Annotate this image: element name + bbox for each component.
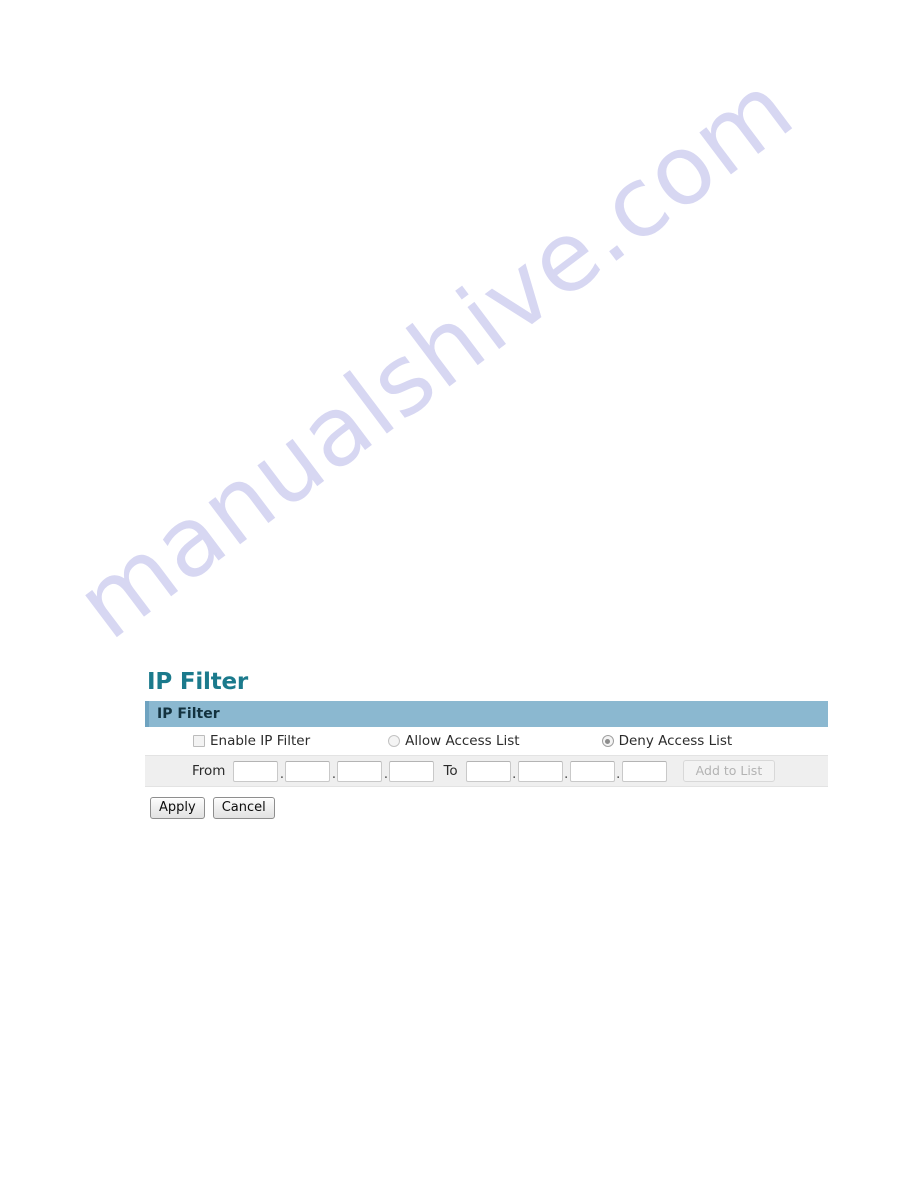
- from-octet-3[interactable]: [337, 760, 383, 782]
- deny-access-list-radio[interactable]: Deny Access List: [601, 733, 733, 750]
- to-octet-2[interactable]: [517, 760, 563, 782]
- ip-filter-panel: IP Filter Enable IP Filter Allow Access …: [145, 701, 828, 789]
- to-label: To: [443, 763, 458, 780]
- from-octet-1[interactable]: [233, 760, 279, 782]
- watermark-layer: manualshive.com: [0, 0, 918, 1188]
- to-octet-1[interactable]: [465, 760, 511, 782]
- radio-unselected-icon[interactable]: [388, 735, 401, 748]
- apply-button[interactable]: Apply: [150, 797, 205, 820]
- octet-separator: .: [512, 766, 517, 782]
- from-ip-group: . . .: [233, 760, 435, 782]
- radio-dot: [392, 739, 397, 744]
- checkbox-icon[interactable]: [193, 735, 205, 748]
- add-to-list-button[interactable]: Add to List: [682, 760, 776, 783]
- enable-ip-filter-label: Enable IP Filter: [210, 733, 311, 750]
- allow-access-list-radio[interactable]: Allow Access List: [388, 733, 520, 750]
- form-actions: Apply Cancel: [145, 788, 828, 820]
- options-row: Enable IP Filter Allow Access List Deny …: [145, 727, 828, 756]
- octet-separator: .: [564, 766, 569, 782]
- to-ip-group: . . .: [465, 760, 667, 782]
- octet-separator: .: [383, 766, 389, 782]
- from-octet-4[interactable]: [389, 760, 435, 782]
- enable-ip-filter-checkbox[interactable]: Enable IP Filter: [193, 733, 310, 749]
- cancel-button[interactable]: Cancel: [212, 797, 275, 820]
- octet-separator: .: [616, 766, 621, 782]
- ip-range-row: From . . . To . . . Add to List: [145, 755, 828, 788]
- radio-selected-icon[interactable]: [601, 735, 614, 748]
- to-octet-4[interactable]: [621, 760, 667, 782]
- to-octet-3[interactable]: [569, 760, 615, 782]
- ip-filter-page: IP Filter IP Filter Enable IP Filter All…: [145, 669, 828, 820]
- page-title: IP Filter: [147, 669, 249, 695]
- panel-header: IP Filter: [145, 701, 828, 728]
- octet-separator: .: [279, 766, 285, 782]
- watermark-text: manualshive.com: [56, 51, 814, 661]
- deny-access-list-label: Deny Access List: [618, 733, 733, 750]
- radio-dot: [605, 738, 611, 744]
- allow-access-list-label: Allow Access List: [405, 733, 520, 750]
- octet-separator: .: [331, 766, 337, 782]
- panel-header-title: IP Filter: [157, 706, 220, 723]
- from-octet-2[interactable]: [285, 760, 331, 782]
- from-label: From: [192, 763, 226, 780]
